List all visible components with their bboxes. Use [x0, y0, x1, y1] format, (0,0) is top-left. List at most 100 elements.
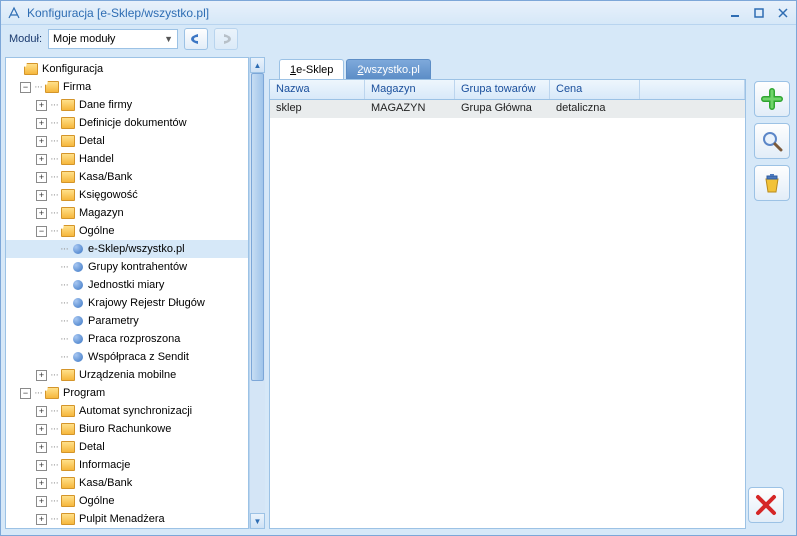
- dot-icon: [73, 316, 83, 326]
- cancel-button[interactable]: [748, 487, 784, 523]
- col-cena[interactable]: Cena: [550, 80, 640, 99]
- tree-item[interactable]: +···Magazyn: [6, 204, 248, 222]
- expand-icon[interactable]: +: [36, 424, 47, 435]
- cell-grupa: Grupa Główna: [455, 100, 550, 118]
- back-arrow-icon: [188, 32, 204, 46]
- tabs: 1 e-Sklep 2 wszystko.pl: [269, 57, 790, 79]
- back-button[interactable]: [184, 28, 208, 50]
- modul-value: Moje moduły: [53, 33, 115, 45]
- modul-dropdown[interactable]: Moje moduły ▼: [48, 29, 178, 49]
- folder-open-icon: [45, 81, 59, 93]
- magnifier-icon: [761, 130, 783, 152]
- trash-icon: [761, 172, 783, 194]
- folder-icon: [61, 423, 75, 435]
- dot-icon: [73, 334, 83, 344]
- expand-icon[interactable]: +: [36, 406, 47, 417]
- folder-open-icon: [61, 225, 75, 237]
- window-buttons: [728, 6, 790, 20]
- folder-icon: [61, 369, 75, 381]
- tree-leaf[interactable]: ···Współpraca z Sendit: [6, 348, 248, 366]
- folder-icon: [61, 477, 75, 489]
- tree-item[interactable]: +···Detal: [6, 438, 248, 456]
- maximize-button[interactable]: [752, 6, 766, 20]
- collapse-icon[interactable]: −: [20, 388, 31, 399]
- expand-icon[interactable]: +: [36, 460, 47, 471]
- tree-root[interactable]: Konfiguracja: [6, 60, 248, 78]
- collapse-icon[interactable]: −: [36, 226, 47, 237]
- col-grupa[interactable]: Grupa towarów: [455, 80, 550, 99]
- tree-leaf[interactable]: ···Praca rozproszona: [6, 330, 248, 348]
- minimize-button[interactable]: [728, 6, 742, 20]
- config-tree[interactable]: Konfiguracja −···Firma +···Dane firmy +·…: [6, 58, 248, 529]
- expand-icon[interactable]: +: [36, 496, 47, 507]
- expand-icon[interactable]: +: [36, 154, 47, 165]
- expand-icon[interactable]: +: [36, 208, 47, 219]
- tree-item[interactable]: +···Biuro Rachunkowe: [6, 420, 248, 438]
- tree-leaf[interactable]: ···Grupy kontrahentów: [6, 258, 248, 276]
- tree-panel: Konfiguracja −···Firma +···Dane firmy +·…: [5, 57, 265, 529]
- folder-icon: [61, 189, 75, 201]
- window-title: Konfiguracja [e-Sklep/wszystko.pl]: [27, 6, 728, 20]
- tree-item[interactable]: +···Kasa/Bank: [6, 474, 248, 492]
- tree-leaf[interactable]: ···Parametry: [6, 312, 248, 330]
- tree-leaf[interactable]: ···Krajowy Rejestr Długów: [6, 294, 248, 312]
- content-area: Konfiguracja −···Firma +···Dane firmy +·…: [1, 53, 796, 535]
- tree-item[interactable]: +···Handel: [6, 150, 248, 168]
- col-nazwa[interactable]: Nazwa: [270, 80, 365, 99]
- data-grid[interactable]: Nazwa Magazyn Grupa towarów Cena sklep M…: [269, 79, 746, 529]
- folder-icon: [61, 99, 75, 111]
- scroll-track[interactable]: [250, 73, 265, 513]
- expand-icon[interactable]: +: [36, 370, 47, 381]
- scroll-up-button[interactable]: ▲: [250, 57, 265, 73]
- tree-scrollbar[interactable]: ▲ ▼: [249, 57, 265, 529]
- forward-arrow-icon: [218, 32, 234, 46]
- toolbar: Moduł: Moje moduły ▼: [1, 25, 796, 53]
- delete-button[interactable]: [754, 165, 790, 201]
- expand-icon[interactable]: +: [36, 442, 47, 453]
- expand-icon[interactable]: +: [36, 478, 47, 489]
- tree-leaf-esklep[interactable]: ···e-Sklep/wszystko.pl: [6, 240, 248, 258]
- tree-leaf[interactable]: ···Jednostki miary: [6, 276, 248, 294]
- search-button[interactable]: [754, 123, 790, 159]
- tree-item[interactable]: +···Automat synchronizacji: [6, 402, 248, 420]
- dot-icon: [73, 298, 83, 308]
- table-row[interactable]: sklep MAGAZYN Grupa Główna detaliczna: [270, 100, 745, 118]
- expand-icon[interactable]: +: [36, 190, 47, 201]
- expand-icon[interactable]: +: [36, 514, 47, 525]
- scroll-down-button[interactable]: ▼: [250, 513, 265, 529]
- tab-esklep[interactable]: 1 e-Sklep: [279, 59, 344, 79]
- add-button[interactable]: [754, 81, 790, 117]
- close-button[interactable]: [776, 6, 790, 20]
- x-icon: [755, 494, 777, 516]
- side-toolbar: [754, 81, 790, 201]
- tree-ogolne[interactable]: −···Ogólne: [6, 222, 248, 240]
- tree-item[interactable]: +···Dane firmy: [6, 96, 248, 114]
- chevron-down-icon: ▼: [164, 34, 173, 44]
- tree-item[interactable]: +···Definicje dokumentów: [6, 114, 248, 132]
- collapse-icon[interactable]: −: [20, 82, 31, 93]
- folder-icon: [61, 459, 75, 471]
- app-icon: [7, 6, 21, 20]
- tree-item[interactable]: +···Informacje: [6, 456, 248, 474]
- folder-icon: [61, 117, 75, 129]
- tree-item[interactable]: +···Księgowość: [6, 186, 248, 204]
- tree-firma[interactable]: −···Firma: [6, 78, 248, 96]
- tree-item[interactable]: +···Detal: [6, 132, 248, 150]
- folder-icon: [61, 207, 75, 219]
- expand-icon[interactable]: +: [36, 100, 47, 111]
- cell-cena: detaliczna: [550, 100, 640, 118]
- tree-item[interactable]: +···Kasa/Bank: [6, 168, 248, 186]
- expand-icon[interactable]: +: [36, 118, 47, 129]
- expand-icon[interactable]: +: [36, 172, 47, 183]
- tree-item[interactable]: +···Ogólne: [6, 492, 248, 510]
- expand-icon[interactable]: +: [36, 136, 47, 147]
- tree-item[interactable]: +···Urządzenia mobilne: [6, 366, 248, 384]
- cell-magazyn: MAGAZYN: [365, 100, 455, 118]
- dot-icon: [73, 244, 83, 254]
- folder-icon: [61, 513, 75, 525]
- tree-item[interactable]: +···Pulpit Menadżera: [6, 510, 248, 528]
- tab-wszystko[interactable]: 2 wszystko.pl: [346, 59, 430, 79]
- scroll-thumb[interactable]: [251, 73, 264, 381]
- col-magazyn[interactable]: Magazyn: [365, 80, 455, 99]
- tree-program[interactable]: −···Program: [6, 384, 248, 402]
